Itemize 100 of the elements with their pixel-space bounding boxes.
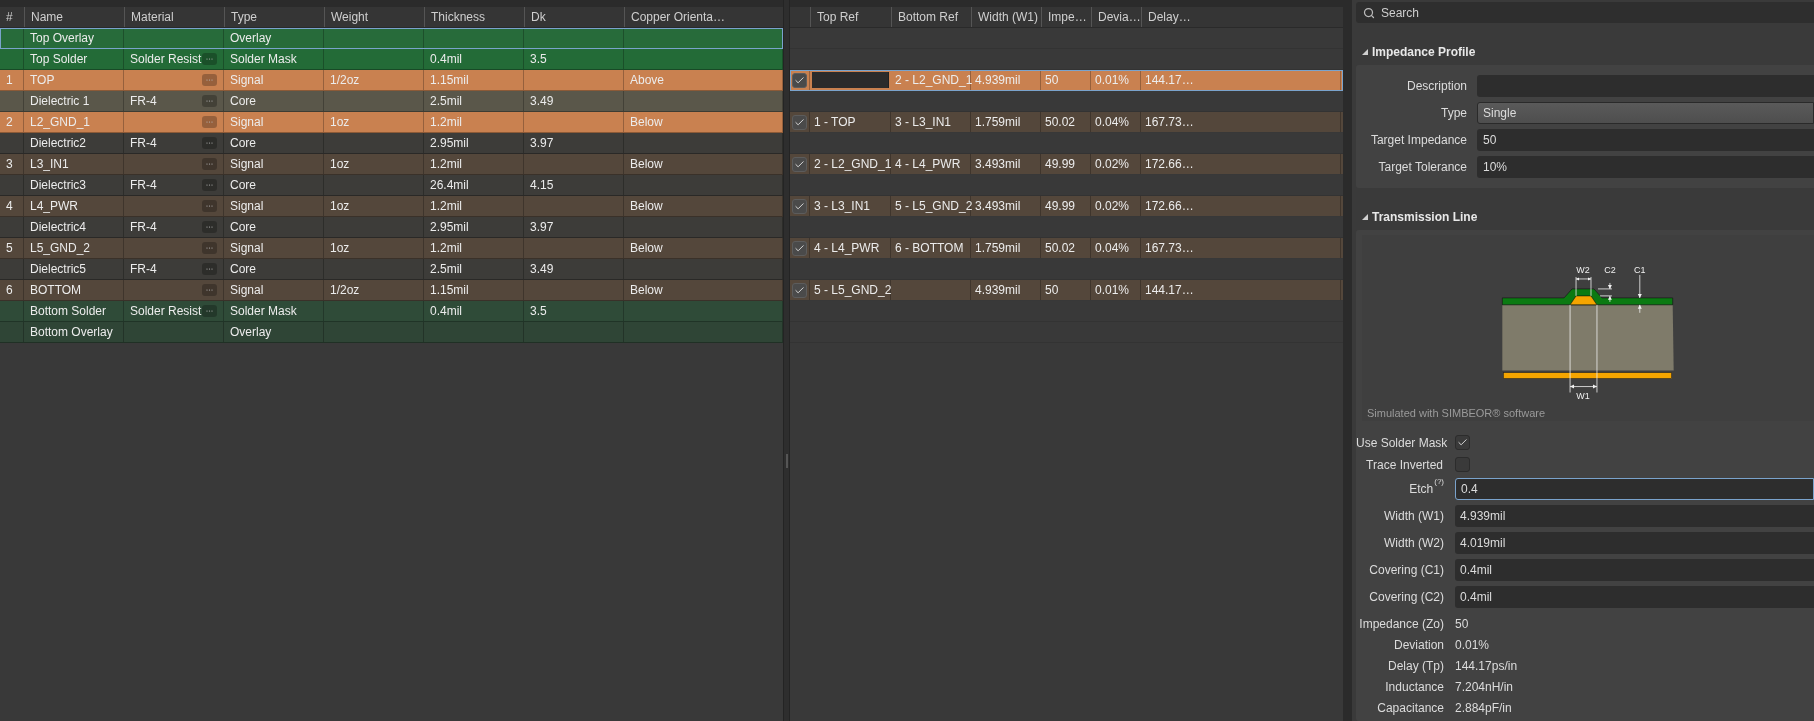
more-button[interactable]: [202, 179, 217, 191]
checkbox[interactable]: [1455, 435, 1470, 450]
table-cell-text: 144.17…: [1145, 282, 1194, 299]
collapse-triangle-icon[interactable]: [1362, 49, 1368, 55]
result-label: Capacitance: [1376, 699, 1445, 717]
more-button[interactable]: [202, 284, 217, 296]
more-button[interactable]: [202, 74, 217, 86]
more-button[interactable]: [202, 137, 217, 149]
input-field[interactable]: 0.4: [1455, 478, 1814, 500]
column-header[interactable]: Copper Orienta…: [631, 8, 726, 26]
table-cell-text: 1oz: [330, 114, 350, 131]
table-cell-text: 49.99: [1045, 156, 1076, 173]
input-field[interactable]: 50: [1477, 129, 1814, 151]
help-marker[interactable]: (?): [1434, 478, 1444, 486]
column-header[interactable]: #: [6, 8, 13, 26]
column-header[interactable]: Impe…: [1048, 8, 1087, 26]
column-header[interactable]: Name: [31, 8, 63, 26]
table-cell-text: 172.66…: [1145, 156, 1194, 173]
table-cell-text: Solder Resist: [130, 51, 202, 68]
layer-row[interactable]: 6 BOTTOM Signal 1/2oz 1.15mil Below: [0, 280, 783, 301]
impedance-row[interactable]: 2 - L2_GND_1 4 - L4_PWR 3.493mil 49.99 0.02% 172.66…: [790, 154, 1343, 175]
table-cell-text: 167.73…: [1145, 114, 1194, 131]
table-cell-text: 3.49: [530, 93, 554, 110]
layer-row[interactable]: 5 L5_GND_2 Signal 1oz 1.2mil Below: [0, 238, 783, 259]
table-cell-text: 4 - L4_PWR: [895, 156, 961, 173]
table-cell-text: Dielectric5: [30, 261, 86, 278]
table-cell-text: Dielectric 1: [30, 93, 90, 110]
checkbox[interactable]: [792, 114, 807, 130]
table-cell-text: 6: [6, 282, 13, 299]
table-cell-text: 2.5mil: [430, 261, 462, 278]
field-label: Covering (C2): [1369, 589, 1444, 606]
checkbox[interactable]: [792, 282, 807, 298]
checkbox[interactable]: [792, 198, 807, 214]
more-button[interactable]: [202, 263, 217, 275]
type-dropdown[interactable]: Single: [1477, 102, 1814, 124]
more-button[interactable]: [202, 53, 217, 65]
table-cell-text: Top Solder: [30, 51, 88, 68]
checkbox[interactable]: [792, 156, 807, 172]
layer-row[interactable]: Bottom Solder Solder Resist Solder Mask 0.4mil 3.5: [0, 301, 783, 322]
checkbox[interactable]: [792, 72, 807, 88]
column-header[interactable]: Thickness: [431, 8, 486, 26]
check-icon: [794, 242, 805, 254]
column-header[interactable]: Delay…: [1148, 8, 1191, 26]
table-cell-text: Top Overlay: [30, 30, 95, 47]
table-cell-text: 50: [1045, 72, 1059, 89]
table-cell-text: 5: [6, 240, 13, 257]
table-cell-text: Core: [230, 93, 256, 110]
more-button[interactable]: [202, 116, 217, 128]
impedance-row[interactable]: 5 - L5_GND_2 4.939mil 50 0.01% 144.17…: [790, 280, 1343, 301]
layer-row[interactable]: Dielectric3 FR-4 Core 26.4mil 4.15: [0, 175, 783, 196]
more-button[interactable]: [202, 221, 217, 233]
more-button[interactable]: [202, 158, 217, 170]
more-button[interactable]: [202, 95, 217, 107]
result-label: Delay (Tp): [1387, 657, 1445, 675]
input-field[interactable]: 0.4mil: [1455, 586, 1814, 608]
result-label: Inductance: [1384, 678, 1445, 696]
impedance-row[interactable]: 3 - L3_IN1 5 - L5_GND_2 3.493mil 49.99 0.02% 172.66…: [790, 196, 1343, 217]
more-button[interactable]: [202, 200, 217, 212]
layer-row[interactable]: Bottom Overlay Overlay: [0, 322, 783, 343]
table-cell-text: Signal: [230, 198, 264, 215]
layer-row[interactable]: Top Solder Solder Resist Solder Mask 0.4mil 3.5: [0, 49, 783, 70]
table-cell-text: Solder Mask: [230, 51, 297, 68]
checkbox[interactable]: [792, 240, 807, 256]
field-label: Target Tolerance: [1377, 159, 1468, 176]
column-header[interactable]: Material: [131, 8, 174, 26]
search-field[interactable]: Search: [1356, 2, 1814, 23]
column-header[interactable]: Dk: [531, 8, 546, 26]
table-cell-text: 4.939mil: [975, 282, 1021, 299]
layer-row[interactable]: Top Overlay Overlay: [0, 28, 783, 49]
input-field[interactable]: 4.019mil: [1455, 532, 1814, 554]
input-field[interactable]: 0.4mil: [1455, 559, 1814, 581]
layer-row[interactable]: Dielectric 1 FR-4 Core 2.5mil 3.49: [0, 91, 783, 112]
column-header[interactable]: Weight: [331, 8, 369, 26]
column-header[interactable]: Devia…: [1098, 8, 1141, 26]
table-cell-text: 4.939mil: [975, 72, 1021, 89]
table-cell-text: 172.66…: [1145, 198, 1194, 215]
layer-row[interactable]: 3 L3_IN1 Signal 1oz 1.2mil Below: [0, 154, 783, 175]
more-button[interactable]: [202, 305, 217, 317]
table-cell-text: Below: [630, 156, 663, 173]
column-header[interactable]: Width (W1): [978, 8, 1038, 26]
impedance-row[interactable]: 4 - L4_PWR 6 - BOTTOM 1.759mil 50.02 0.04% 167.73…: [790, 238, 1343, 259]
impedance-row[interactable]: 1 - TOP 3 - L3_IN1 1.759mil 50.02 0.04% 167.73…: [790, 112, 1343, 133]
layer-row[interactable]: 4 L4_PWR Signal 1oz 1.2mil Below: [0, 196, 783, 217]
table-cell-text: 4: [6, 198, 13, 215]
section-title: Impedance Profile: [1372, 44, 1476, 61]
layer-row[interactable]: Dielectric4 FR-4 Core 2.95mil 3.97: [0, 217, 783, 238]
column-header[interactable]: Top Ref: [817, 8, 859, 26]
input-field[interactable]: 4.939mil: [1455, 505, 1814, 527]
table-cell-text: 1 - TOP: [814, 114, 856, 131]
layer-row[interactable]: Dielectric2 FR-4 Core 2.95mil 3.97: [0, 133, 783, 154]
table-cell-text: Signal: [230, 156, 264, 173]
table-cell-text: Bottom Solder: [30, 303, 107, 320]
layer-row[interactable]: Dielectric5 FR-4 Core 2.5mil 3.49: [0, 259, 783, 280]
column-header[interactable]: Type: [231, 8, 257, 26]
collapse-triangle-icon[interactable]: [1362, 214, 1368, 220]
field-label: Target Impedance: [1369, 132, 1468, 149]
table-cell-text: 2: [6, 114, 13, 131]
input-field[interactable]: 10%: [1477, 156, 1814, 178]
more-button[interactable]: [202, 242, 217, 254]
column-header[interactable]: Bottom Ref: [898, 8, 959, 26]
